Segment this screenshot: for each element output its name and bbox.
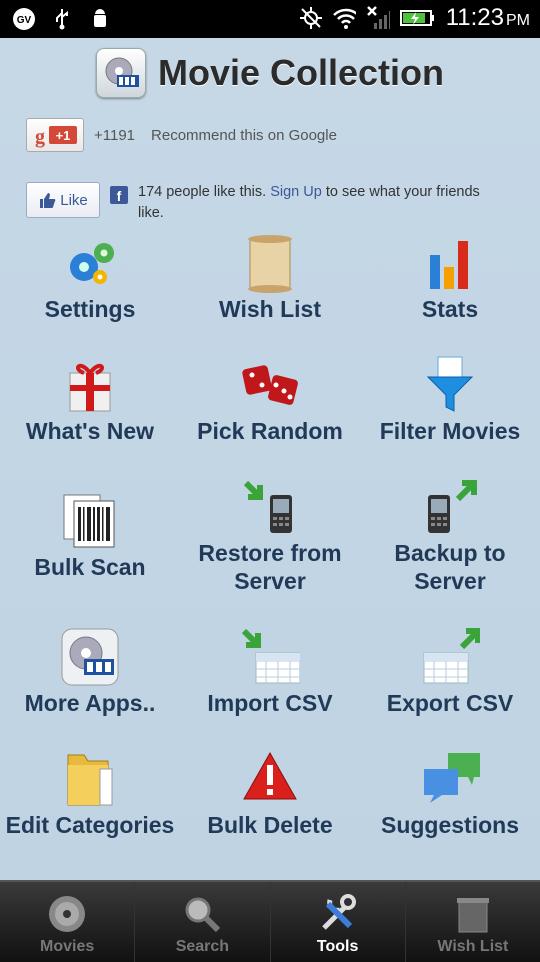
- tool-pick-random[interactable]: Pick Random: [180, 355, 360, 445]
- table-import-icon: [240, 627, 300, 687]
- tool-whats-new[interactable]: What's New: [0, 355, 180, 445]
- bar-chart-icon: [420, 233, 480, 293]
- dice-icon: [240, 355, 300, 415]
- usb-icon: [50, 7, 74, 31]
- facebook-logo-icon: f: [110, 186, 128, 204]
- chat-bubbles-icon: [420, 749, 480, 809]
- svg-text:+1: +1: [56, 128, 71, 143]
- phone-upload-icon: [420, 477, 480, 537]
- disc-icon: [49, 896, 86, 932]
- google-plus-text: Recommend this on Google: [151, 126, 337, 144]
- signal-icon: [366, 6, 390, 30]
- tool-stats[interactable]: Stats: [360, 233, 540, 323]
- header: Movie Collection: [0, 48, 540, 98]
- facebook-like-button[interactable]: Like: [26, 182, 100, 218]
- app-logo-icon: [60, 627, 120, 687]
- gears-icon: [60, 233, 120, 293]
- bottom-tab-bar: Movies Search Tools Wish List: [0, 880, 540, 962]
- battery-icon: [399, 6, 436, 30]
- page-title: Movie Collection: [157, 52, 445, 93]
- gps-off-icon: [298, 6, 322, 30]
- app-logo-icon: [95, 48, 146, 98]
- facebook-widget: Like f 174 people like this. Sign Up to …: [26, 182, 488, 224]
- gift-icon: [60, 355, 120, 415]
- svg-text:g: g: [35, 126, 45, 148]
- tools-icon: [321, 894, 356, 930]
- status-bar: GV 11:23 PM: [0, 0, 540, 38]
- warning-icon: [240, 749, 300, 809]
- svg-text:GV: GV: [17, 15, 32, 26]
- tools-screen: Movie Collection g +1 +1191 Recommend thi…: [0, 38, 540, 880]
- google-plus-count: +1191: [94, 126, 136, 144]
- clock: 11:23 PM: [445, 4, 530, 31]
- magnifier-icon: [185, 897, 221, 933]
- android-debug-icon: [88, 7, 112, 31]
- facebook-text: 174 people like this. Sign Up to see wha…: [138, 184, 480, 221]
- tool-restore-from-server[interactable]: Restore from Server: [180, 477, 360, 595]
- tab-search[interactable]: Search: [135, 882, 271, 962]
- tool-more-apps[interactable]: More Apps..: [0, 627, 180, 717]
- funnel-icon: [420, 355, 480, 415]
- tool-bulk-delete[interactable]: Bulk Delete: [180, 749, 360, 839]
- tool-import-csv[interactable]: Import CSV: [180, 627, 360, 717]
- phone-download-icon: [240, 477, 300, 537]
- tool-suggestions[interactable]: Suggestions: [360, 749, 540, 839]
- tool-edit-categories[interactable]: Edit Categories: [0, 749, 180, 839]
- wifi-icon: [332, 6, 356, 30]
- gv-icon: GV: [12, 7, 36, 31]
- tool-backup-to-server[interactable]: Backup to Server: [360, 477, 540, 595]
- tool-export-csv[interactable]: Export CSV: [360, 627, 540, 717]
- tab-tools[interactable]: Tools: [271, 882, 406, 962]
- thumbs-up-icon: [40, 193, 56, 208]
- tool-settings[interactable]: Settings: [0, 233, 180, 323]
- tool-filter-movies[interactable]: Filter Movies: [360, 355, 540, 445]
- tab-wish-list[interactable]: Wish List: [406, 882, 540, 962]
- table-export-icon: [420, 627, 480, 687]
- scroll-icon: [240, 233, 300, 293]
- barcode-icon: [60, 491, 120, 551]
- tool-wish-list[interactable]: Wish List: [180, 233, 360, 323]
- folder-icon: [60, 749, 120, 809]
- sign-up-link[interactable]: Sign Up: [270, 184, 322, 200]
- google-plus-widget: g +1 +1191 Recommend this on Google: [26, 118, 337, 152]
- trash-list-icon: [456, 898, 489, 933]
- tab-movies[interactable]: Movies: [0, 882, 136, 962]
- google-plus-one-button[interactable]: g +1: [26, 118, 84, 152]
- tool-bulk-scan[interactable]: Bulk Scan: [0, 491, 180, 581]
